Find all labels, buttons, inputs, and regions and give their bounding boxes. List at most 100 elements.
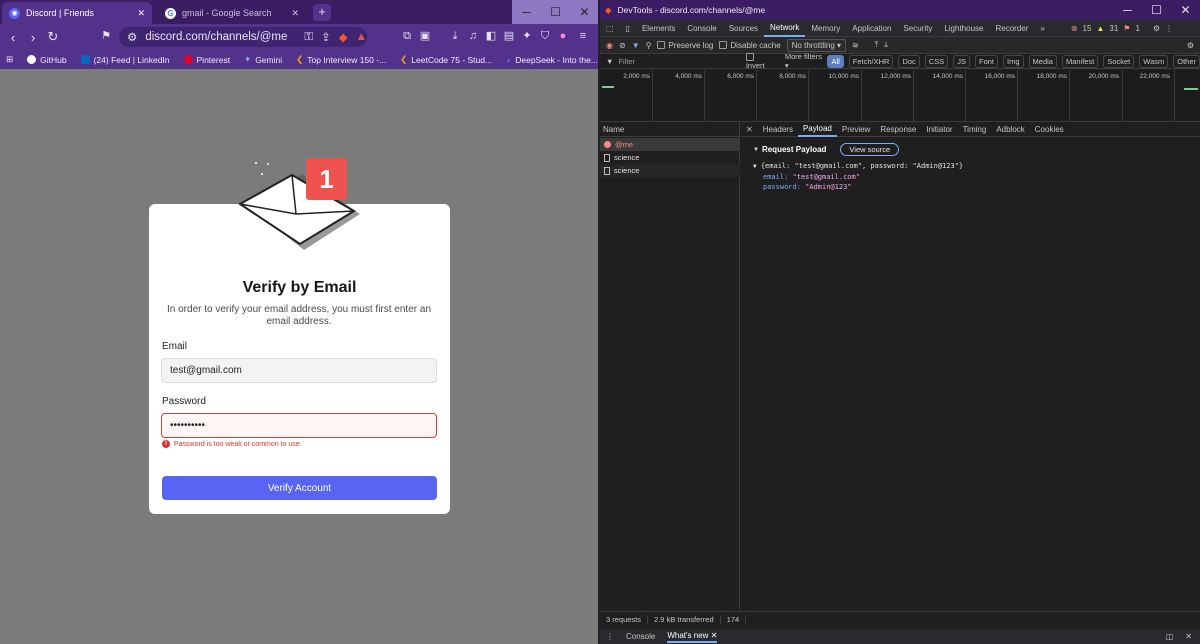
key-icon[interactable]: ⚿ [304,31,313,44]
tab-console[interactable]: Console [681,20,722,37]
more-filters-dropdown[interactable]: More filters ▾ [785,52,823,70]
close-detail-icon[interactable]: ✕ [741,122,758,137]
wallet-icon[interactable]: ▤ [502,29,516,43]
password-field[interactable]: •••••••••• [161,413,437,438]
warning-count-icon[interactable]: ▲ [1096,24,1104,33]
bookmark-linkedin[interactable]: (24) Feed | LinkedIn [80,55,170,65]
network-settings-icon[interactable]: ⚙ [1187,41,1194,50]
name-column-header[interactable]: Name [600,122,740,137]
maximize-icon[interactable]: ☐ [1142,0,1171,20]
tab-response[interactable]: Response [875,122,921,137]
bookmark-top-interview[interactable]: ❮ Top Interview 150 -... [296,54,386,65]
bookmark-leetcode[interactable]: ❮ LeetCode 75 - Stud... [400,54,492,65]
bookmark-pinterest[interactable]: Pinterest [183,55,230,65]
filter-fetch-xhr[interactable]: Fetch/XHR [848,54,894,68]
close-window-icon[interactable]: ✕ [570,0,598,24]
export-har-icon[interactable]: ⤓ [884,40,888,50]
screenshot-icon[interactable]: ▣ [418,29,432,43]
vpn-icon[interactable]: ⛉ [538,29,552,43]
new-tab-button[interactable]: + [313,4,331,21]
filter-img[interactable]: Img [1003,54,1024,68]
close-icon[interactable]: ✕ [711,631,718,640]
maximize-icon[interactable]: ☐ [541,0,570,24]
drawer-menu-icon[interactable]: ⋮ [606,632,614,641]
close-window-icon[interactable]: ✕ [1171,0,1200,20]
payload-summary[interactable]: ▼ {email: "test@gmail.com", password: "A… [753,162,1193,170]
tab-initiator[interactable]: Initiator [921,122,957,137]
inspect-icon[interactable]: ⬚ [600,20,620,37]
throttle-select[interactable]: No throttling ▾ [786,38,847,52]
filter-media[interactable]: Media [1028,54,1057,68]
tab-security[interactable]: Security [897,20,938,37]
reload-icon[interactable]: ↻ [43,29,63,45]
filter-input[interactable]: Filter [618,57,740,66]
request-row[interactable]: @me [600,138,740,151]
tab-preview[interactable]: Preview [837,122,875,137]
collapse-triangle-icon[interactable]: ▼ [753,147,759,153]
tab-google[interactable]: G gmail - Google Search ✕ [158,2,306,24]
sidebar-icon[interactable]: ◧ [484,29,498,43]
address-bar[interactable]: ⚙ discord.com/channels/@me ⚿ ⇪ ◆ ▲ [119,27,367,47]
bookmark-icon[interactable]: ⚑ [99,29,113,43]
minimize-icon[interactable]: ─ [512,0,541,24]
tab-application[interactable]: Application [846,20,897,37]
tab-headers[interactable]: Headers [758,122,798,137]
filter-css[interactable]: CSS [924,54,949,68]
tab-lighthouse[interactable]: Lighthouse [938,20,989,37]
email-field[interactable]: test@gmail.com [161,358,437,383]
verify-account-button[interactable]: Verify Account [162,476,437,500]
bookmark-github[interactable]: GitHub [27,55,67,65]
extensions-icon[interactable]: ⧉ [400,29,414,43]
record-icon[interactable]: ◉ [606,41,613,50]
apps-icon[interactable]: ⊞ [6,54,13,65]
preserve-log-checkbox[interactable]: Preserve log [657,41,713,50]
filter-all[interactable]: All [827,54,844,68]
drawer-tab-whats-new[interactable]: What's new ✕ [667,631,718,643]
expand-triangle-icon[interactable]: ▼ [753,163,757,170]
site-settings-icon[interactable]: ⚙ [127,30,137,44]
filter-other[interactable]: Other [1173,54,1200,68]
profile-icon[interactable]: ● [556,29,570,43]
tab-recorder[interactable]: Recorder [989,20,1034,37]
filter-wasm[interactable]: Wasm [1139,54,1169,68]
close-drawer-icon[interactable]: ✕ [1185,632,1192,641]
tab-cookies[interactable]: Cookies [1030,122,1069,137]
forward-icon[interactable]: › [23,30,43,45]
disable-cache-checkbox[interactable]: Disable cache [719,41,781,50]
filter-font[interactable]: Font [975,54,999,68]
request-row[interactable]: science [600,164,740,177]
tab-memory[interactable]: Memory [805,20,846,37]
issues-icon[interactable]: ⚑ [1123,24,1130,33]
more-options-icon[interactable]: ⋮ [1165,24,1173,33]
filter-js[interactable]: JS [953,54,970,68]
playlist-icon[interactable]: ♫ [466,29,480,43]
bookmark-deepseek[interactable]: ◗ DeepSeek - Into the... [506,55,598,65]
device-toolbar-icon[interactable]: ▯ [620,20,636,37]
filter-doc[interactable]: Doc [898,54,920,68]
filter-socket[interactable]: Socket [1103,54,1135,68]
brave-shield-icon[interactable]: ◆ [339,30,348,44]
minimize-icon[interactable]: ─ [1113,0,1142,20]
tab-adblock[interactable]: Adblock [991,122,1029,137]
import-har-icon[interactable]: ⤒ [875,40,879,50]
settings-gear-icon[interactable]: ⚙ [1153,24,1160,33]
search-icon[interactable]: ⚲ [646,41,652,50]
close-tab-icon[interactable]: ✕ [137,8,145,19]
brave-rewards-icon[interactable]: ▲ [356,31,367,43]
leo-ai-icon[interactable]: ✦ [520,29,534,43]
tab-discord[interactable]: ◉ Discord | Friends ✕ [2,2,152,24]
close-tab-icon[interactable]: ✕ [291,8,299,19]
share-icon[interactable]: ⇪ [321,30,331,44]
download-icon[interactable]: ⤓ [448,29,462,43]
clear-icon[interactable]: ⊘ [619,41,626,50]
filter-icon[interactable]: ▼ [632,41,640,50]
tab-timing[interactable]: Timing [958,122,992,137]
network-timeline[interactable]: 2,000 ms 4,000 ms 6,000 ms 8,000 ms 10,0… [600,70,1200,122]
bookmark-gemini[interactable]: ✦ Gemini [244,54,282,65]
tab-payload[interactable]: Payload [797,122,837,137]
tab-network[interactable]: Network [764,20,806,37]
menu-icon[interactable]: ≡ [576,29,590,43]
invert-checkbox[interactable]: Invert [745,52,772,70]
dock-side-icon[interactable]: ◫ [1166,632,1174,641]
back-icon[interactable]: ‹ [3,30,23,45]
